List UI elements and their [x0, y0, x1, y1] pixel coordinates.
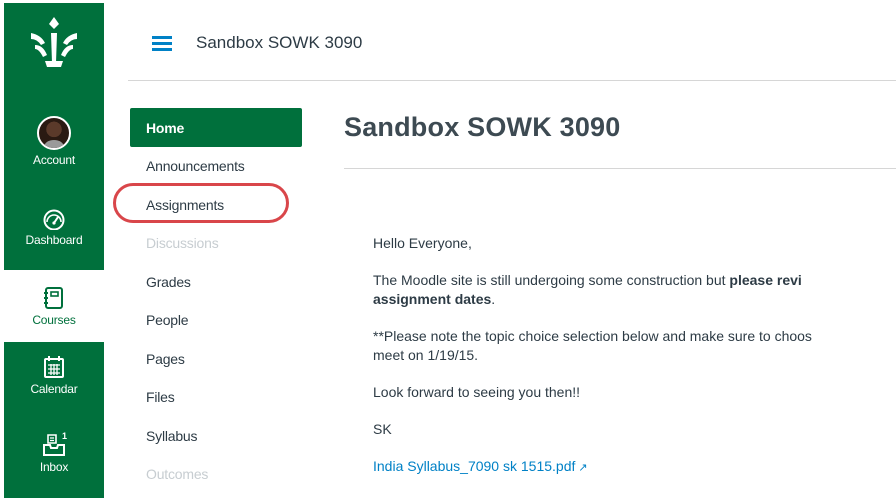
nav-courses-label: Courses [32, 312, 76, 327]
nav-account[interactable]: Account [4, 116, 104, 186]
front-page-body: Hello Everyone, The Moodle site is still… [373, 234, 896, 496]
nav-dashboard[interactable]: Dashboard [4, 208, 104, 268]
course-nav-syllabus[interactable]: Syllabus [130, 417, 302, 456]
moodle-notice-bold-1: please revi [729, 272, 802, 288]
avatar [37, 116, 71, 150]
external-link-icon[interactable]: ↗ [578, 462, 587, 474]
course-nav-outcomes: Outcomes [146, 466, 209, 483]
nav-inbox-label: Inbox [39, 460, 69, 474]
moodle-notice-bold-2: assignment dates [373, 291, 492, 307]
signature-text: SK [373, 421, 392, 437]
global-nav-bar: Account Dashboard Courses Calendar 1 Inb… [4, 3, 104, 498]
calendar-icon [44, 356, 64, 378]
nav-calendar-label: Calendar [30, 382, 78, 396]
nav-inbox[interactable]: 1 Inbox [4, 431, 104, 493]
course-nav-assignments[interactable]: Assignments [130, 186, 302, 225]
course-nav-discussions: Discussions [146, 235, 219, 252]
closing-text: Look forward to seeing you then!! [373, 384, 581, 400]
global-nav: Account Dashboard Courses Calendar 1 Inb… [0, 0, 116, 498]
header-divider [128, 80, 896, 81]
moodle-notice-text: The Moodle site is still undergoing some… [373, 272, 730, 288]
greeting-text: Hello Everyone, [373, 235, 472, 251]
nav-calendar[interactable]: Calendar [4, 355, 104, 415]
course-nav: Home Announcements Assignments Discussio… [130, 108, 302, 494]
university-logo-icon[interactable] [4, 3, 104, 83]
topic-choice-paragraph: **Please note the topic choice selection… [373, 327, 896, 365]
file-link-row: India Syllabus_7090 sk 1515.pdf ↗ [373, 457, 896, 478]
course-nav-home[interactable]: Home [130, 108, 302, 147]
inbox-unread-badge: 1 [62, 431, 68, 441]
moodle-notice-paragraph: The Moodle site is still undergoing some… [373, 271, 896, 309]
topic-choice-line-2: meet on 1/19/15. [373, 347, 479, 363]
topic-choice-line-1: **Please note the topic choice selection… [373, 328, 812, 344]
main-content: Sandbox SOWK 3090 Hello Everyone, The Mo… [344, 108, 896, 474]
dashboard-icon [43, 209, 65, 230]
hamburger-menu-icon[interactable] [152, 36, 172, 51]
course-nav-people[interactable]: People [130, 301, 302, 340]
course-header: Sandbox SOWK 3090 [116, 0, 896, 80]
breadcrumb[interactable]: Sandbox SOWK 3090 [196, 33, 362, 53]
moodle-notice-end: . [491, 291, 496, 307]
nav-account-label: Account [33, 153, 75, 167]
nav-dashboard-label: Dashboard [25, 233, 83, 247]
course-nav-files[interactable]: Files [130, 378, 302, 417]
course-nav-announcements[interactable]: Announcements [130, 147, 302, 186]
syllabus-file-link[interactable]: India Syllabus_7090 sk 1515.pdf [373, 458, 575, 474]
title-divider [344, 168, 896, 169]
courses-icon [44, 286, 63, 309]
page-title: Sandbox SOWK 3090 [344, 112, 621, 142]
course-nav-grades[interactable]: Grades [130, 263, 302, 302]
nav-courses[interactable]: Courses [4, 270, 104, 342]
course-nav-pages[interactable]: Pages [130, 340, 302, 379]
